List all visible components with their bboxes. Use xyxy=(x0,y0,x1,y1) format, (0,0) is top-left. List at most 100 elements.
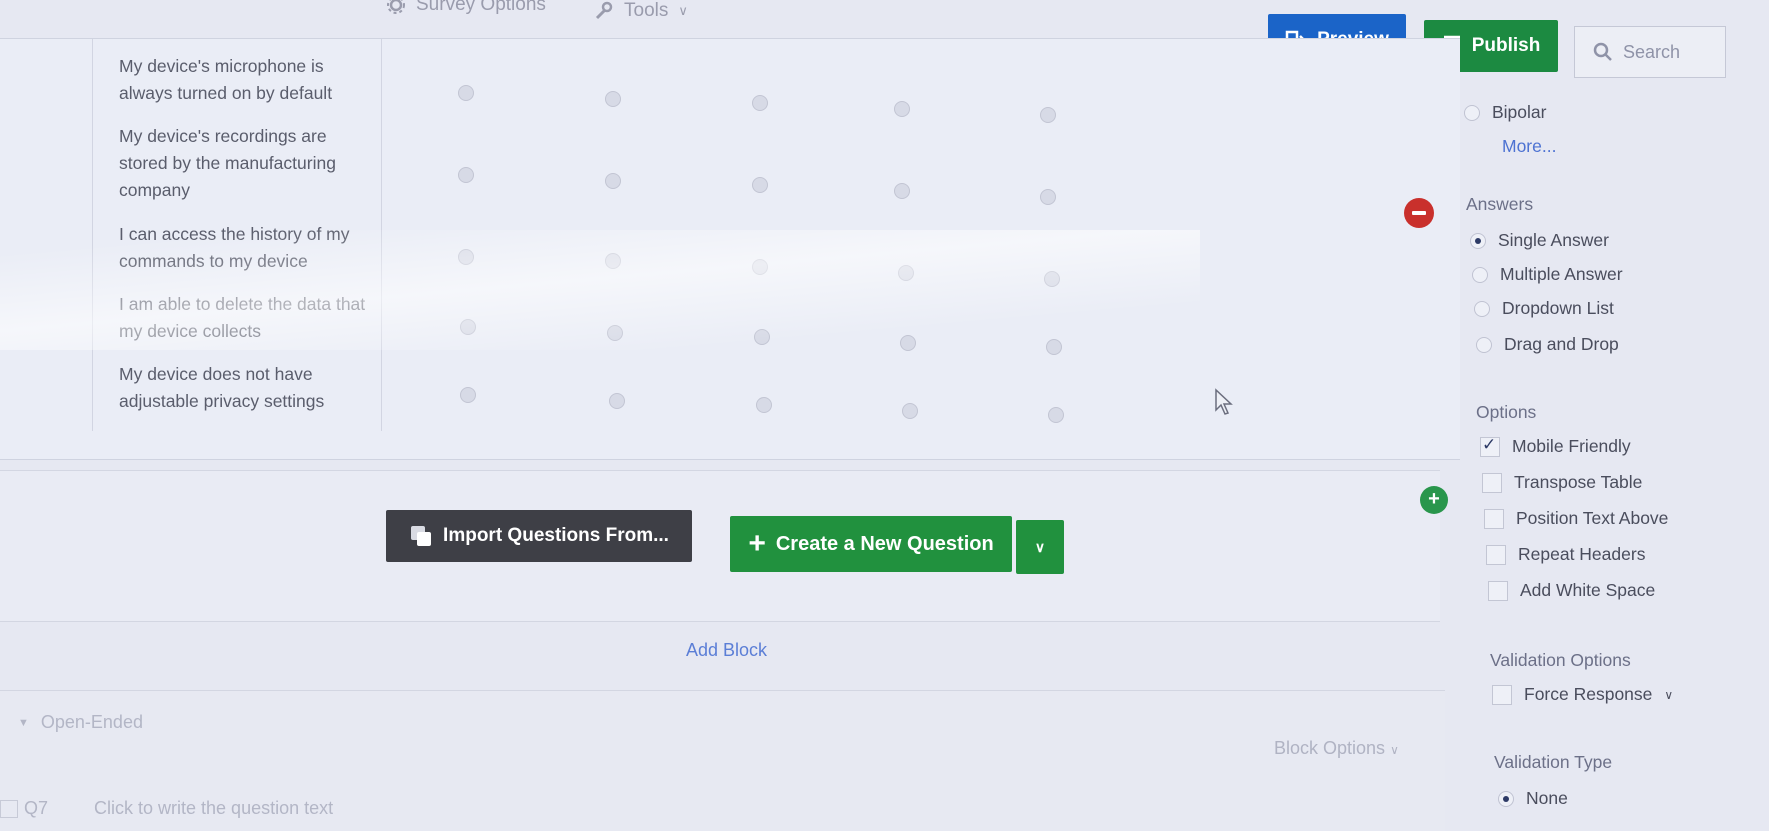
validation-none-label: None xyxy=(1526,788,1568,808)
block-options-menu[interactable]: Block Options ∨ xyxy=(1274,738,1399,759)
search-icon xyxy=(1593,42,1612,61)
matrix-radio[interactable] xyxy=(752,177,768,193)
matrix-radio[interactable] xyxy=(1044,271,1060,287)
tools-menu[interactable]: Tools ∨ xyxy=(594,0,688,22)
matrix-radio[interactable] xyxy=(460,319,476,335)
create-question-button[interactable]: + Create a New Question xyxy=(730,516,1012,572)
radio-icon xyxy=(1464,104,1480,121)
matrix-radio[interactable] xyxy=(894,183,910,199)
answer-multiple[interactable]: Multiple Answer xyxy=(1472,264,1623,285)
radio-icon xyxy=(1498,790,1514,807)
radio-icon xyxy=(1474,300,1490,317)
matrix-radio[interactable] xyxy=(609,393,625,409)
create-label: Create a New Question xyxy=(775,532,994,555)
validation-options-title: Validation Options xyxy=(1490,650,1631,670)
option-transpose-table[interactable]: Transpose Table xyxy=(1482,472,1642,493)
option-repeat-headers[interactable]: Repeat Headers xyxy=(1486,544,1645,565)
matrix-row-label: My device's microphone is always turned … xyxy=(119,56,333,103)
radio-icon xyxy=(1476,336,1492,353)
matrix-radio[interactable] xyxy=(1040,107,1056,123)
bipolar-label: Bipolar xyxy=(1492,102,1547,122)
checkbox-icon xyxy=(1482,472,1502,493)
matrix-radio[interactable] xyxy=(460,387,476,403)
tools-label: Tools xyxy=(624,0,669,21)
matrix-radio[interactable] xyxy=(752,259,768,275)
matrix-radio[interactable] xyxy=(605,91,621,107)
option-bipolar[interactable]: Bipolar xyxy=(1464,102,1546,123)
publish-label: Publish xyxy=(1471,35,1541,56)
matrix-radio[interactable] xyxy=(752,95,768,111)
mouse-cursor-icon xyxy=(1215,388,1233,415)
matrix-radio[interactable] xyxy=(458,167,474,183)
matrix-radio[interactable] xyxy=(458,85,474,101)
add-icon[interactable]: + xyxy=(1420,486,1448,514)
matrix-radio[interactable] xyxy=(1048,407,1064,423)
import-questions-button[interactable]: Import Questions From... xyxy=(386,510,692,562)
survey-options-menu[interactable]: Survey Options xyxy=(386,0,546,16)
option-label: Transpose Table xyxy=(1514,472,1643,492)
option-label: Repeat Headers xyxy=(1518,544,1646,564)
checkbox-icon xyxy=(1484,508,1504,529)
checkbox-icon xyxy=(1492,684,1512,705)
add-question-area xyxy=(0,470,1440,622)
answers-title: Answers xyxy=(1466,194,1534,214)
option-label: Mobile Friendly xyxy=(1512,436,1631,456)
copy-icon xyxy=(411,526,432,546)
radio-icon xyxy=(1472,266,1488,283)
answer-label: Drag and Drop xyxy=(1504,334,1619,354)
checkbox-icon xyxy=(1486,544,1506,565)
answer-label: Single Answer xyxy=(1498,230,1609,250)
option-add-white-space[interactable]: Add White Space xyxy=(1488,580,1655,601)
question-row[interactable]: Q7 Click to write the question text xyxy=(0,798,333,819)
search-input[interactable]: Search xyxy=(1574,26,1726,78)
force-response-label: Force Response xyxy=(1524,684,1653,704)
top-toolbar: Survey Options Tools ∨ Preview Publish S… xyxy=(0,0,1769,78)
matrix-radio[interactable] xyxy=(458,249,474,265)
answer-single[interactable]: Single Answer xyxy=(1470,230,1609,251)
checkbox-icon xyxy=(1488,580,1508,601)
option-position-text-above[interactable]: Position Text Above xyxy=(1484,508,1668,529)
create-question-dropdown[interactable]: ∨ xyxy=(1016,520,1064,574)
matrix-radio[interactable] xyxy=(900,335,916,351)
matrix-radio[interactable] xyxy=(894,101,910,117)
matrix-radio[interactable] xyxy=(902,403,918,419)
matrix-row-label: I can access the history of my commands … xyxy=(119,224,350,271)
option-mobile-friendly[interactable]: Mobile Friendly xyxy=(1480,435,1631,457)
validation-none[interactable]: None xyxy=(1498,788,1568,809)
answer-label: Multiple Answer xyxy=(1500,264,1623,284)
radio-icon xyxy=(1470,232,1486,249)
question-id: Q7 xyxy=(24,798,49,818)
survey-options-label: Survey Options xyxy=(416,0,546,15)
matrix-row-label: I am able to delete the data that my dev… xyxy=(119,294,366,341)
matrix-radio[interactable] xyxy=(605,253,621,269)
matrix-row-labels: My device's microphone is always turned … xyxy=(92,39,382,431)
answer-dropdown[interactable]: Dropdown List xyxy=(1474,298,1614,319)
plus-icon: + xyxy=(748,527,766,560)
matrix-radio[interactable] xyxy=(1046,339,1062,355)
matrix-radio[interactable] xyxy=(605,173,621,189)
matrix-radio[interactable] xyxy=(898,265,914,281)
wrench-icon xyxy=(595,1,613,20)
chevron-down-icon: ∨ xyxy=(1390,743,1399,757)
more-link[interactable]: More... xyxy=(1502,136,1556,157)
gear-icon xyxy=(387,0,405,14)
matrix-radio[interactable] xyxy=(1040,189,1056,205)
block-options-label: Block Options xyxy=(1274,738,1386,758)
answer-label: Dropdown List xyxy=(1502,298,1614,318)
remove-icon[interactable] xyxy=(1404,198,1434,228)
question-checkbox[interactable] xyxy=(0,800,18,819)
checkbox-icon xyxy=(1480,435,1500,457)
option-force-response[interactable]: Force Response ∨ xyxy=(1492,684,1673,705)
chevron-down-icon: ∨ xyxy=(678,3,688,18)
validation-type-title: Validation Type xyxy=(1494,752,1613,772)
options-title: Options xyxy=(1476,402,1537,422)
add-block-link[interactable]: Add Block xyxy=(686,640,767,661)
answer-drag-drop[interactable]: Drag and Drop xyxy=(1476,334,1619,355)
matrix-radio[interactable] xyxy=(607,325,623,341)
matrix-radio[interactable] xyxy=(754,329,770,345)
matrix-question: My device's microphone is always turned … xyxy=(0,38,1460,460)
matrix-radio[interactable] xyxy=(756,397,772,413)
option-label: Position Text Above xyxy=(1516,508,1669,528)
block-header[interactable]: ▼ Open-Ended xyxy=(18,712,143,733)
question-text[interactable]: Click to write the question text xyxy=(94,798,333,819)
